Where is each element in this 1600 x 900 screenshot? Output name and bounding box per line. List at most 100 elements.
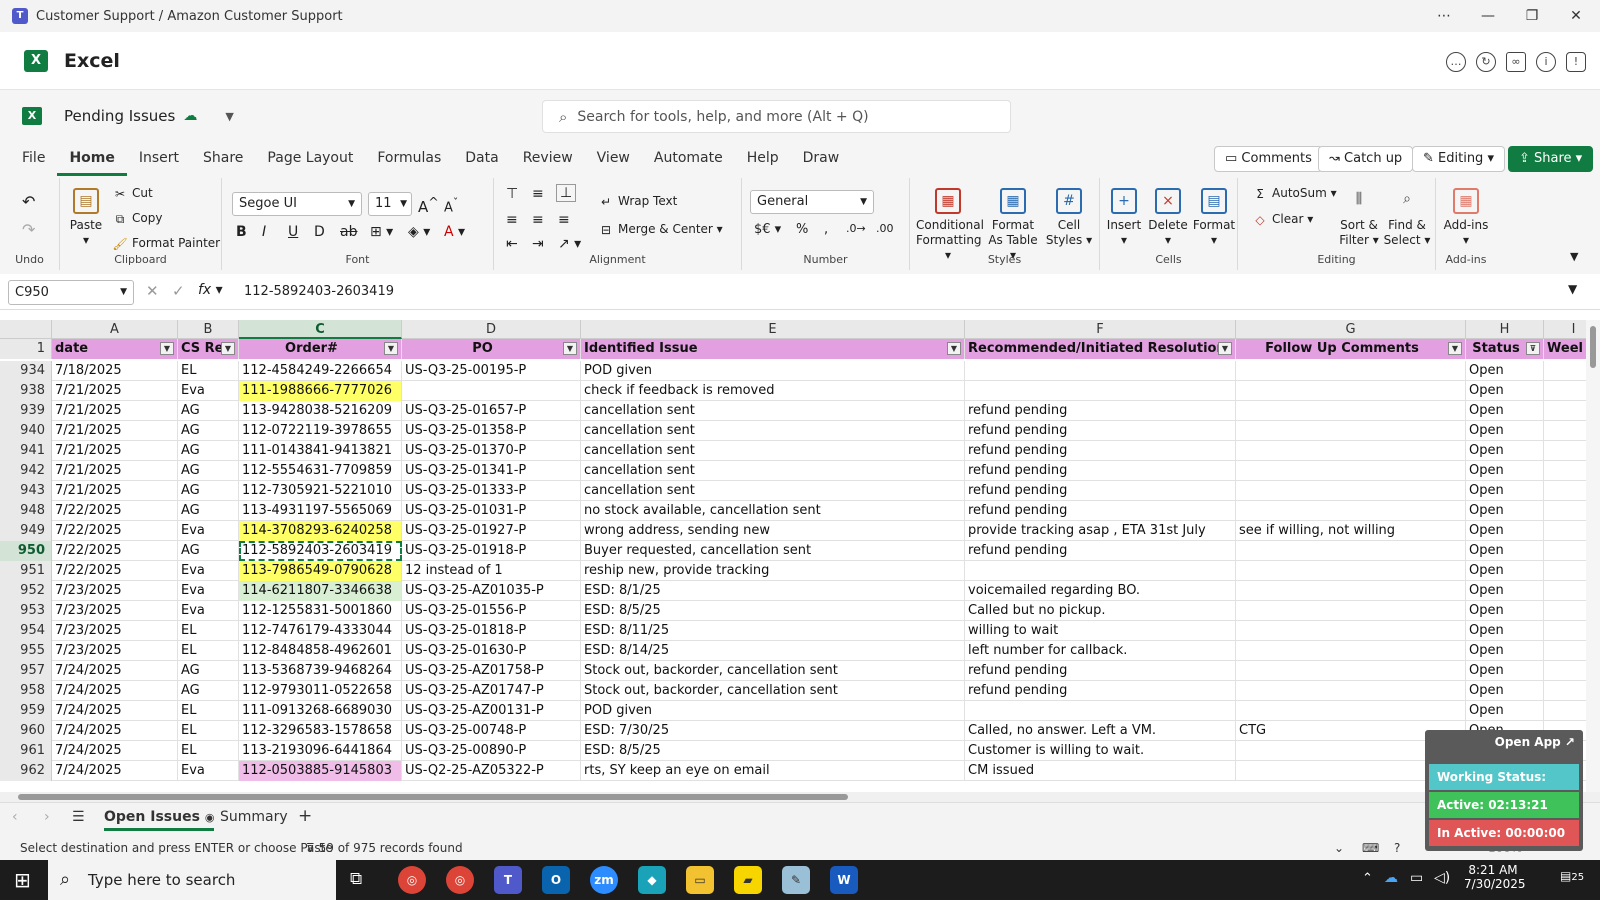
- column-header-c[interactable]: C: [239, 320, 402, 339]
- cell-follow-up[interactable]: [1236, 421, 1466, 441]
- cell-order[interactable]: 112-5892403-2603419: [239, 541, 402, 561]
- cell-resolution[interactable]: refund pending: [965, 501, 1236, 521]
- cell-order[interactable]: 112-9793011-0522658: [239, 681, 402, 701]
- cell-cs-rep[interactable]: AG: [178, 681, 239, 701]
- row-number[interactable]: 960: [0, 721, 52, 741]
- catch-up-button[interactable]: ↝ Catch up: [1318, 146, 1414, 172]
- bold-icon[interactable]: B: [236, 224, 247, 240]
- cell-identified-issue[interactable]: cancellation sent: [581, 461, 965, 481]
- column-header-d[interactable]: D: [402, 320, 581, 339]
- cell-follow-up[interactable]: [1236, 621, 1466, 641]
- prev-sheet-icon[interactable]: ‹: [12, 809, 18, 825]
- cell-po[interactable]: US-Q3-25-01341-P: [402, 461, 581, 481]
- name-box[interactable]: C950 ▼: [8, 280, 134, 305]
- align-center-icon[interactable]: ≡: [532, 212, 544, 228]
- file-explorer-icon[interactable]: ▭: [686, 866, 714, 894]
- cell-resolution[interactable]: refund pending: [965, 661, 1236, 681]
- cell-resolution[interactable]: voicemailed regarding BO.: [965, 581, 1236, 601]
- cell-cs-rep[interactable]: AG: [178, 441, 239, 461]
- cell-identified-issue[interactable]: ESD: 8/5/25: [581, 741, 965, 761]
- cell-cs-rep[interactable]: Eva: [178, 761, 239, 781]
- cell-follow-up[interactable]: [1236, 641, 1466, 661]
- cell-order[interactable]: 112-5554631-7709859: [239, 461, 402, 481]
- select-all-corner[interactable]: [0, 320, 52, 339]
- cell-identified-issue[interactable]: reship new, provide tracking: [581, 561, 965, 581]
- increase-font-icon[interactable]: A^: [418, 194, 439, 216]
- cell-resolution[interactable]: refund pending: [965, 481, 1236, 501]
- share-button[interactable]: ⇪ Share ▾: [1508, 146, 1594, 172]
- cell-po[interactable]: US-Q3-25-01927-P: [402, 521, 581, 541]
- insert-cells-button[interactable]: + Insert ▾: [1104, 188, 1144, 248]
- column-header-i[interactable]: I: [1544, 320, 1586, 339]
- tab-page-layout[interactable]: Page Layout: [255, 142, 365, 176]
- search-box[interactable]: ⌕ Search for tools, help, and more (Alt …: [542, 100, 1011, 133]
- cell-status[interactable]: Open: [1466, 421, 1544, 441]
- cell-identified-issue[interactable]: ESD: 8/1/25: [581, 581, 965, 601]
- cell-order[interactable]: 112-7305921-5221010: [239, 481, 402, 501]
- row-number[interactable]: 950: [0, 541, 52, 561]
- tab-automate[interactable]: Automate: [642, 142, 735, 176]
- font-color-icon[interactable]: A ▾: [444, 224, 465, 240]
- cell-status[interactable]: Open: [1466, 701, 1544, 721]
- cell-order[interactable]: 113-2193096-6441864: [239, 741, 402, 761]
- cell-date[interactable]: 7/21/2025: [52, 381, 178, 401]
- format-as-table-button[interactable]: ▦ Format As Table ▾: [984, 188, 1042, 263]
- delete-cells-button[interactable]: × Delete ▾: [1146, 188, 1190, 248]
- row-number[interactable]: 938: [0, 381, 52, 401]
- header-cell-po[interactable]: PO ▼: [402, 339, 581, 359]
- chevron-down-icon[interactable]: ▼: [225, 110, 233, 123]
- cell-po[interactable]: US-Q3-25-01370-P: [402, 441, 581, 461]
- cell-follow-up[interactable]: [1236, 661, 1466, 681]
- format-painter-button[interactable]: 🖌 Format Painter: [112, 236, 220, 251]
- cell-order[interactable]: 113-5368739-9468264: [239, 661, 402, 681]
- cell-resolution[interactable]: CM issued: [965, 761, 1236, 781]
- sticky-notes-icon[interactable]: ▰: [734, 866, 762, 894]
- cell-cs-rep[interactable]: Eva: [178, 581, 239, 601]
- cell-po[interactable]: US-Q3-25-AZ01035-P: [402, 581, 581, 601]
- notepad-icon[interactable]: ✎: [782, 866, 810, 894]
- align-bottom-icon[interactable]: ⊥: [556, 184, 577, 202]
- add-sheet-icon[interactable]: +: [298, 806, 312, 826]
- help-icon[interactable]: ?: [1394, 841, 1400, 855]
- cell-follow-up[interactable]: [1236, 701, 1466, 721]
- cell-date[interactable]: 7/21/2025: [52, 401, 178, 421]
- row-number[interactable]: 949: [0, 521, 52, 541]
- cell-order[interactable]: 111-0143841-9413821: [239, 441, 402, 461]
- chevron-down-icon[interactable]: ⌄: [1334, 841, 1344, 855]
- tab-draw[interactable]: Draw: [791, 142, 852, 176]
- double-underline-icon[interactable]: D: [314, 224, 325, 240]
- cell-cs-rep[interactable]: Eva: [178, 521, 239, 541]
- header-cell-resolution[interactable]: Recommended/Initiated Resolution ▼: [965, 339, 1236, 359]
- column-header-h[interactable]: H: [1466, 320, 1544, 339]
- currency-icon[interactable]: $€ ▾: [754, 222, 781, 237]
- cell-order[interactable]: 113-4931197-5565069: [239, 501, 402, 521]
- cell-resolution[interactable]: [965, 381, 1236, 401]
- cell-date[interactable]: 7/24/2025: [52, 741, 178, 761]
- cell-date[interactable]: 7/23/2025: [52, 641, 178, 661]
- row-number[interactable]: 934: [0, 361, 52, 381]
- merge-center-button[interactable]: ⊟ Merge & Center ▾: [598, 222, 723, 237]
- cell-date[interactable]: 7/24/2025: [52, 661, 178, 681]
- cell-follow-up[interactable]: [1236, 481, 1466, 501]
- minimize-button[interactable]: —: [1466, 0, 1510, 32]
- row-number[interactable]: 943: [0, 481, 52, 501]
- tab-view[interactable]: View: [585, 142, 642, 176]
- cell-follow-up[interactable]: [1236, 441, 1466, 461]
- column-header-b[interactable]: B: [178, 320, 239, 339]
- align-right-icon[interactable]: ≡: [558, 212, 570, 228]
- chrome-profile-icon[interactable]: ◎: [446, 866, 474, 894]
- cell-status[interactable]: Open: [1466, 621, 1544, 641]
- cell-status[interactable]: Open: [1466, 361, 1544, 381]
- cell-order[interactable]: 112-4584249-2266654: [239, 361, 402, 381]
- row-number[interactable]: 957: [0, 661, 52, 681]
- number-format-select[interactable]: General ▼: [750, 190, 874, 214]
- cell-identified-issue[interactable]: cancellation sent: [581, 481, 965, 501]
- cell-follow-up[interactable]: [1236, 681, 1466, 701]
- cell-identified-issue[interactable]: POD given: [581, 361, 965, 381]
- tray-up-icon[interactable]: ⌃: [1362, 871, 1373, 886]
- cell-status[interactable]: Open: [1466, 581, 1544, 601]
- chrome-icon[interactable]: ◎: [398, 866, 426, 894]
- row-number[interactable]: 939: [0, 401, 52, 421]
- vertical-scrollbar[interactable]: [1586, 320, 1600, 792]
- cell-order[interactable]: 114-6211807-3346638: [239, 581, 402, 601]
